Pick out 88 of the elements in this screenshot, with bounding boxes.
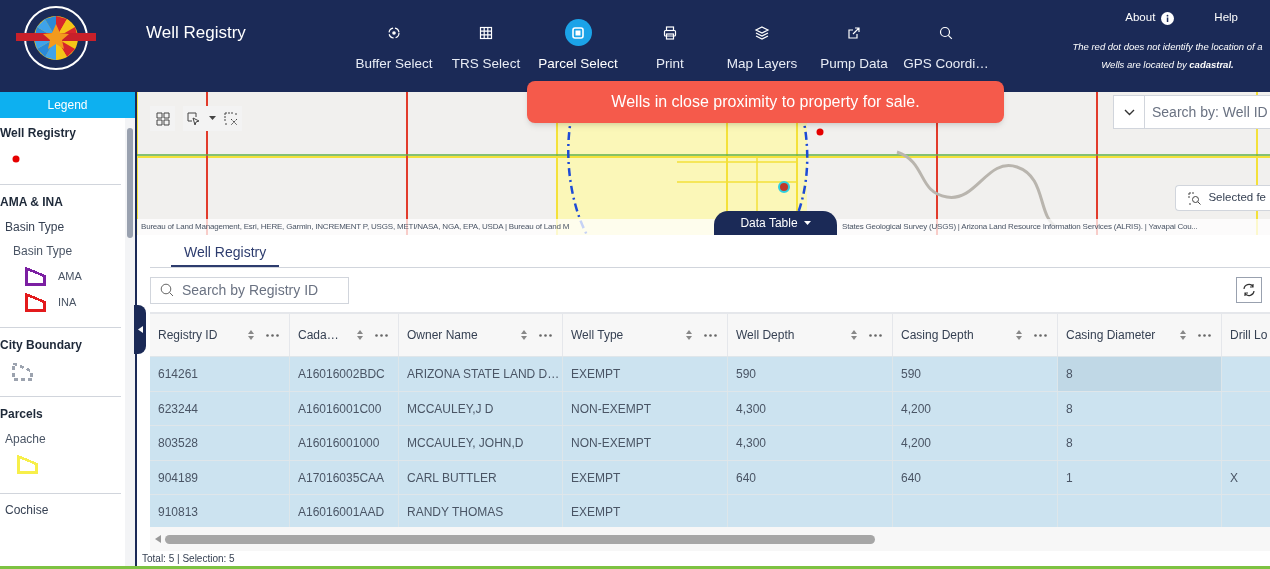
sort-icon <box>248 330 254 341</box>
table-cell: 8 <box>1058 426 1222 460</box>
table-cell: 803528 <box>150 426 290 460</box>
sort-icon <box>686 330 692 341</box>
horizontal-scrollbar[interactable] <box>165 534 875 544</box>
search-field[interactable]: Search by: Well ID <box>1145 95 1270 129</box>
layers-icon <box>754 24 770 41</box>
table-cell: A16016002BDC <box>290 357 399 391</box>
toolbar-button[interactable]: TRS Select <box>440 0 532 92</box>
pointer-select-icon <box>187 111 201 126</box>
legend-heading: AMA & INA <box>0 194 63 211</box>
table-tab[interactable]: Well Registry <box>171 239 280 267</box>
collapse-handle[interactable] <box>134 305 146 354</box>
more-options-icon <box>1034 333 1047 337</box>
notification-text: Wells in close proximity to property for sale. <box>611 92 920 112</box>
header-link[interactable]: About <box>1125 9 1175 27</box>
more-options-icon <box>539 333 552 337</box>
grid-select-icon <box>155 111 170 126</box>
grid-icon <box>478 24 494 41</box>
table-cell: ARIZONA STATE LAND D… <box>399 357 563 391</box>
parcel-select-icon <box>570 24 586 41</box>
legend-heading: Parcels <box>0 406 43 423</box>
share-icon <box>846 24 862 41</box>
toolbar-button[interactable]: Map Layers <box>716 0 808 92</box>
legend-heading: Apache <box>5 431 46 448</box>
table-cell: MCCAULEY, JOHN,D <box>399 426 563 460</box>
legend-heading: Basin Type <box>13 243 73 260</box>
attribution-text: States Geological Survey (USGS) | Arizona Land Resource Information Services (ALRIS). | Yavapai Cou... <box>842 221 1198 233</box>
toolbar-button[interactable]: Pump Data <box>808 0 900 92</box>
app-title: Well Registry <box>146 23 246 42</box>
registry-search-field[interactable]: Search by Registry ID <box>150 276 349 304</box>
refresh-icon <box>1241 282 1257 299</box>
selected-features-button[interactable]: Selected fe <box>1175 185 1270 211</box>
caret-icon <box>209 116 216 121</box>
table-row[interactable]: 623244 A16016001C00 MCCAULEY,J D NON-EXEMPT 4,300 4,200 8 <box>150 390 1270 426</box>
legend-heading: Well Registry <box>0 125 76 142</box>
attribution-text: Bureau of Land Management, Esri, HERE, Garmin, INCREMENT P, USGS, METI/NASA, NGA, EPA, USDA | Bureau of Land M <box>141 221 571 233</box>
more-options-icon <box>375 333 388 337</box>
legend-heading: Basin Type <box>5 219 65 236</box>
table-cell: 614261 <box>150 357 290 391</box>
info-icon <box>1161 11 1175 25</box>
table-row[interactable]: 904189 A17016035CAA CARL BUTTLER EXEMPT 640 640 1 X <box>150 459 1270 495</box>
more-options-icon <box>704 333 717 337</box>
search-source-button[interactable] <box>1113 95 1145 129</box>
toolbar-button[interactable]: Print <box>624 0 716 92</box>
printer-icon <box>662 24 678 41</box>
search-icon <box>938 24 954 41</box>
table-cell: 8 <box>1058 357 1222 391</box>
select-tool-button[interactable] <box>183 106 242 131</box>
refresh-button[interactable] <box>1236 277 1262 304</box>
sort-icon <box>521 330 527 341</box>
legend-label: AMA <box>58 268 82 284</box>
more-options-icon <box>1198 333 1211 337</box>
table-cell: 4,300 <box>728 426 893 460</box>
caret-icon <box>803 220 811 226</box>
header-link[interactable]: Help <box>1214 9 1238 27</box>
table-cell: EXEMPT <box>563 357 728 391</box>
search-icon <box>160 283 174 298</box>
scroll-left-icon <box>155 535 161 544</box>
table-row[interactable]: 614261 A16016002BDC ARIZONA STATE LAND D… EXEMPT 590 590 8 <box>150 356 1270 391</box>
disclaimer-text: The red dot does not identify the location of a <box>1072 40 1263 54</box>
data-table-tab[interactable]: Data Table <box>714 211 837 235</box>
sort-icon <box>1180 330 1186 341</box>
legend-heading: Cochise <box>5 502 49 519</box>
scrollbar[interactable] <box>125 118 135 566</box>
clear-selection-icon <box>224 111 238 126</box>
table-cell: 4,200 <box>893 426 1058 460</box>
sort-icon <box>851 330 857 341</box>
table-row[interactable]: 803528 A16016001000 MCCAULEY, JOHN,D NON-EXEMPT 4,300 4,200 8 <box>150 425 1270 460</box>
legend-label: INA <box>58 294 77 310</box>
legend-header: Legend <box>0 92 135 118</box>
table-row[interactable]: 910813 A16016001AAD RANDY THOMAS EXEMPT <box>150 494 1270 528</box>
table-cell: A16016001000 <box>290 426 399 460</box>
table-cell: NON-EXEMPT <box>563 426 728 460</box>
table-cell: 590 <box>728 357 893 391</box>
toolbar-button[interactable]: Buffer Select <box>348 0 440 92</box>
sort-icon <box>1016 330 1022 341</box>
more-options-icon <box>266 333 279 337</box>
chevron-down-icon <box>1123 108 1135 116</box>
sort-icon <box>357 330 363 341</box>
toolbar-button[interactable]: GPS Coordi… <box>900 0 992 92</box>
more-options-icon <box>869 333 882 337</box>
select-all-button[interactable] <box>150 106 175 131</box>
disclaimer-text: Wells are located by cadastral. <box>1101 58 1234 73</box>
logo-icon <box>14 3 98 73</box>
legend-heading: City Boundary <box>0 337 82 354</box>
status-text: Total: 5 | Selection: 5 <box>142 552 235 566</box>
zoom-selection-icon <box>1188 191 1202 205</box>
